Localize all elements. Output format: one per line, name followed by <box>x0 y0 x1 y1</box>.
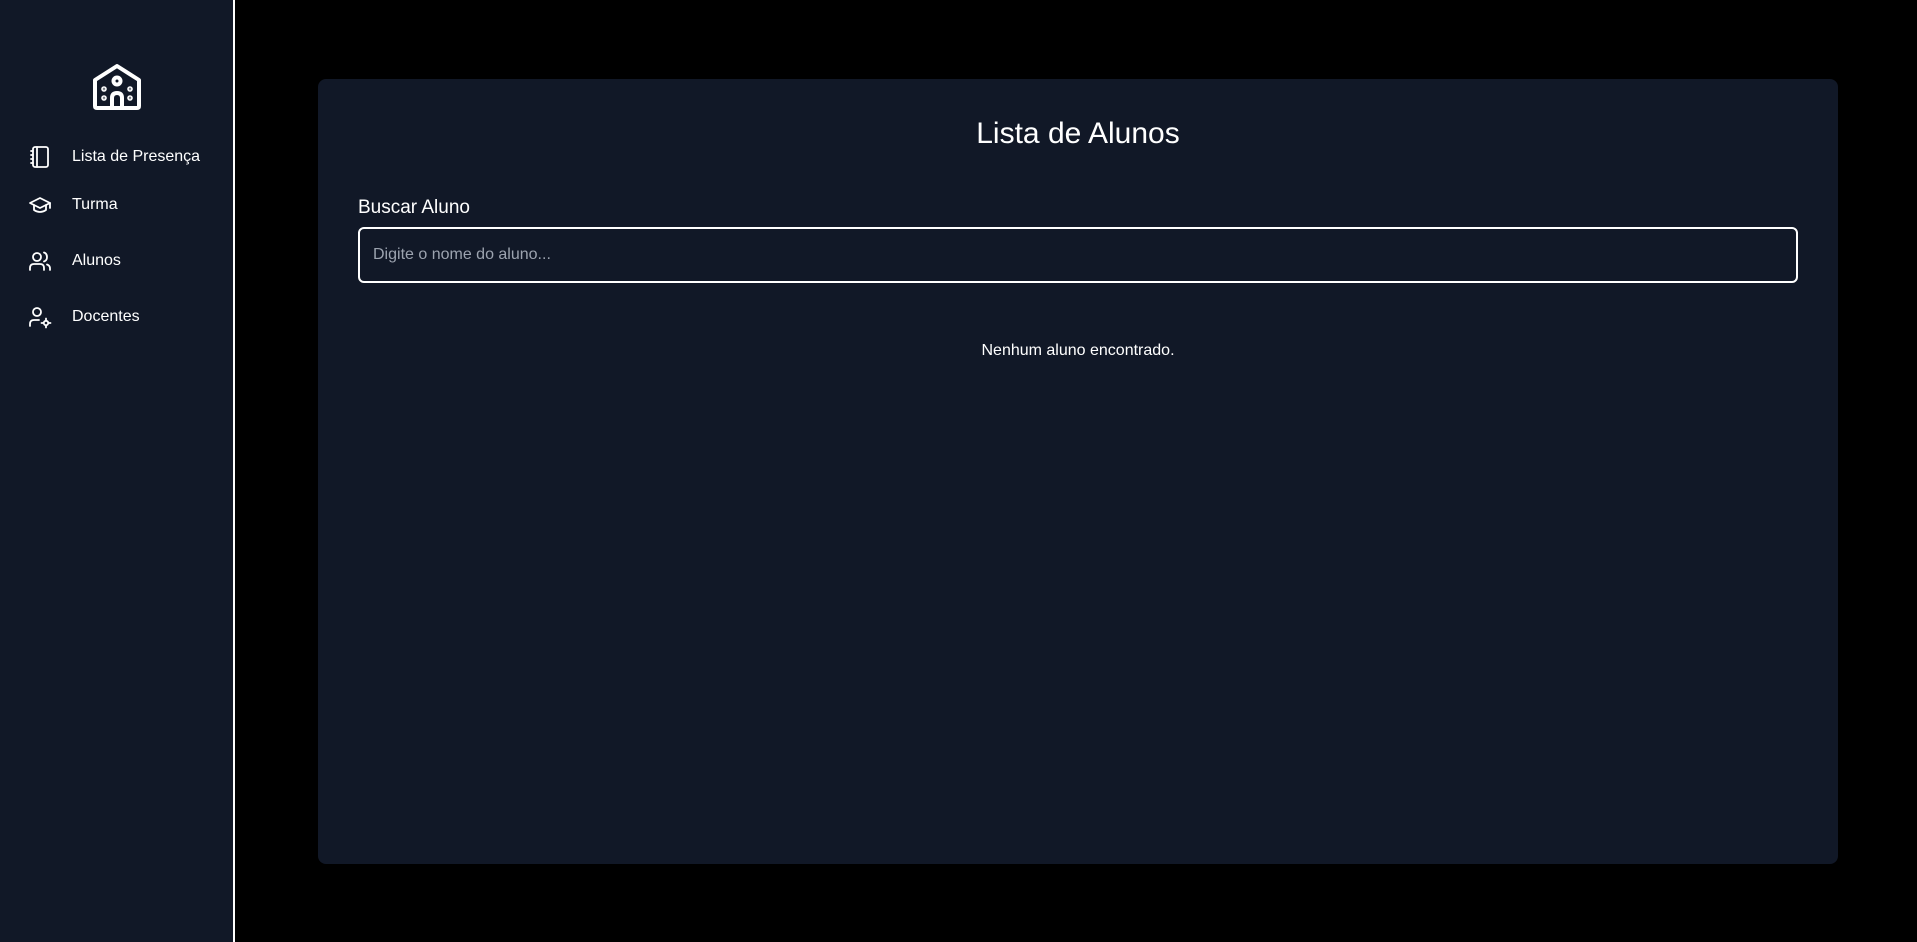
search-label: Buscar Aluno <box>358 197 470 218</box>
sidebar-item-label: Alunos <box>72 252 121 269</box>
search-input[interactable] <box>358 227 1798 283</box>
app: Lista de Presença Turma Alunos Docentes … <box>0 0 1917 942</box>
user-gear-icon <box>28 305 52 329</box>
main-area: Lista de Alunos Buscar Aluno Nenhum alun… <box>235 0 1917 942</box>
notebook-icon <box>28 145 52 169</box>
school-building-icon[interactable] <box>91 62 143 112</box>
sidebar: Lista de Presença Turma Alunos Docentes <box>0 0 235 942</box>
empty-state-message: Nenhum aluno encontrado. <box>981 342 1175 359</box>
sidebar-item-lista-de-presenca[interactable]: Lista de Presença <box>28 143 200 171</box>
page-title: Lista de Alunos <box>976 117 1180 150</box>
sidebar-item-label: Turma <box>72 196 118 213</box>
sidebar-item-label: Lista de Presença <box>72 148 201 165</box>
users-icon <box>28 249 52 273</box>
sidebar-item-docentes[interactable]: Docentes <box>28 303 140 331</box>
sidebar-item-alunos[interactable]: Alunos <box>28 247 121 275</box>
students-panel: Lista de Alunos Buscar Aluno Nenhum alun… <box>318 79 1838 864</box>
sidebar-item-turma[interactable]: Turma <box>28 191 118 219</box>
sidebar-item-label: Docentes <box>72 308 140 325</box>
graduation-cap-icon <box>28 193 52 217</box>
